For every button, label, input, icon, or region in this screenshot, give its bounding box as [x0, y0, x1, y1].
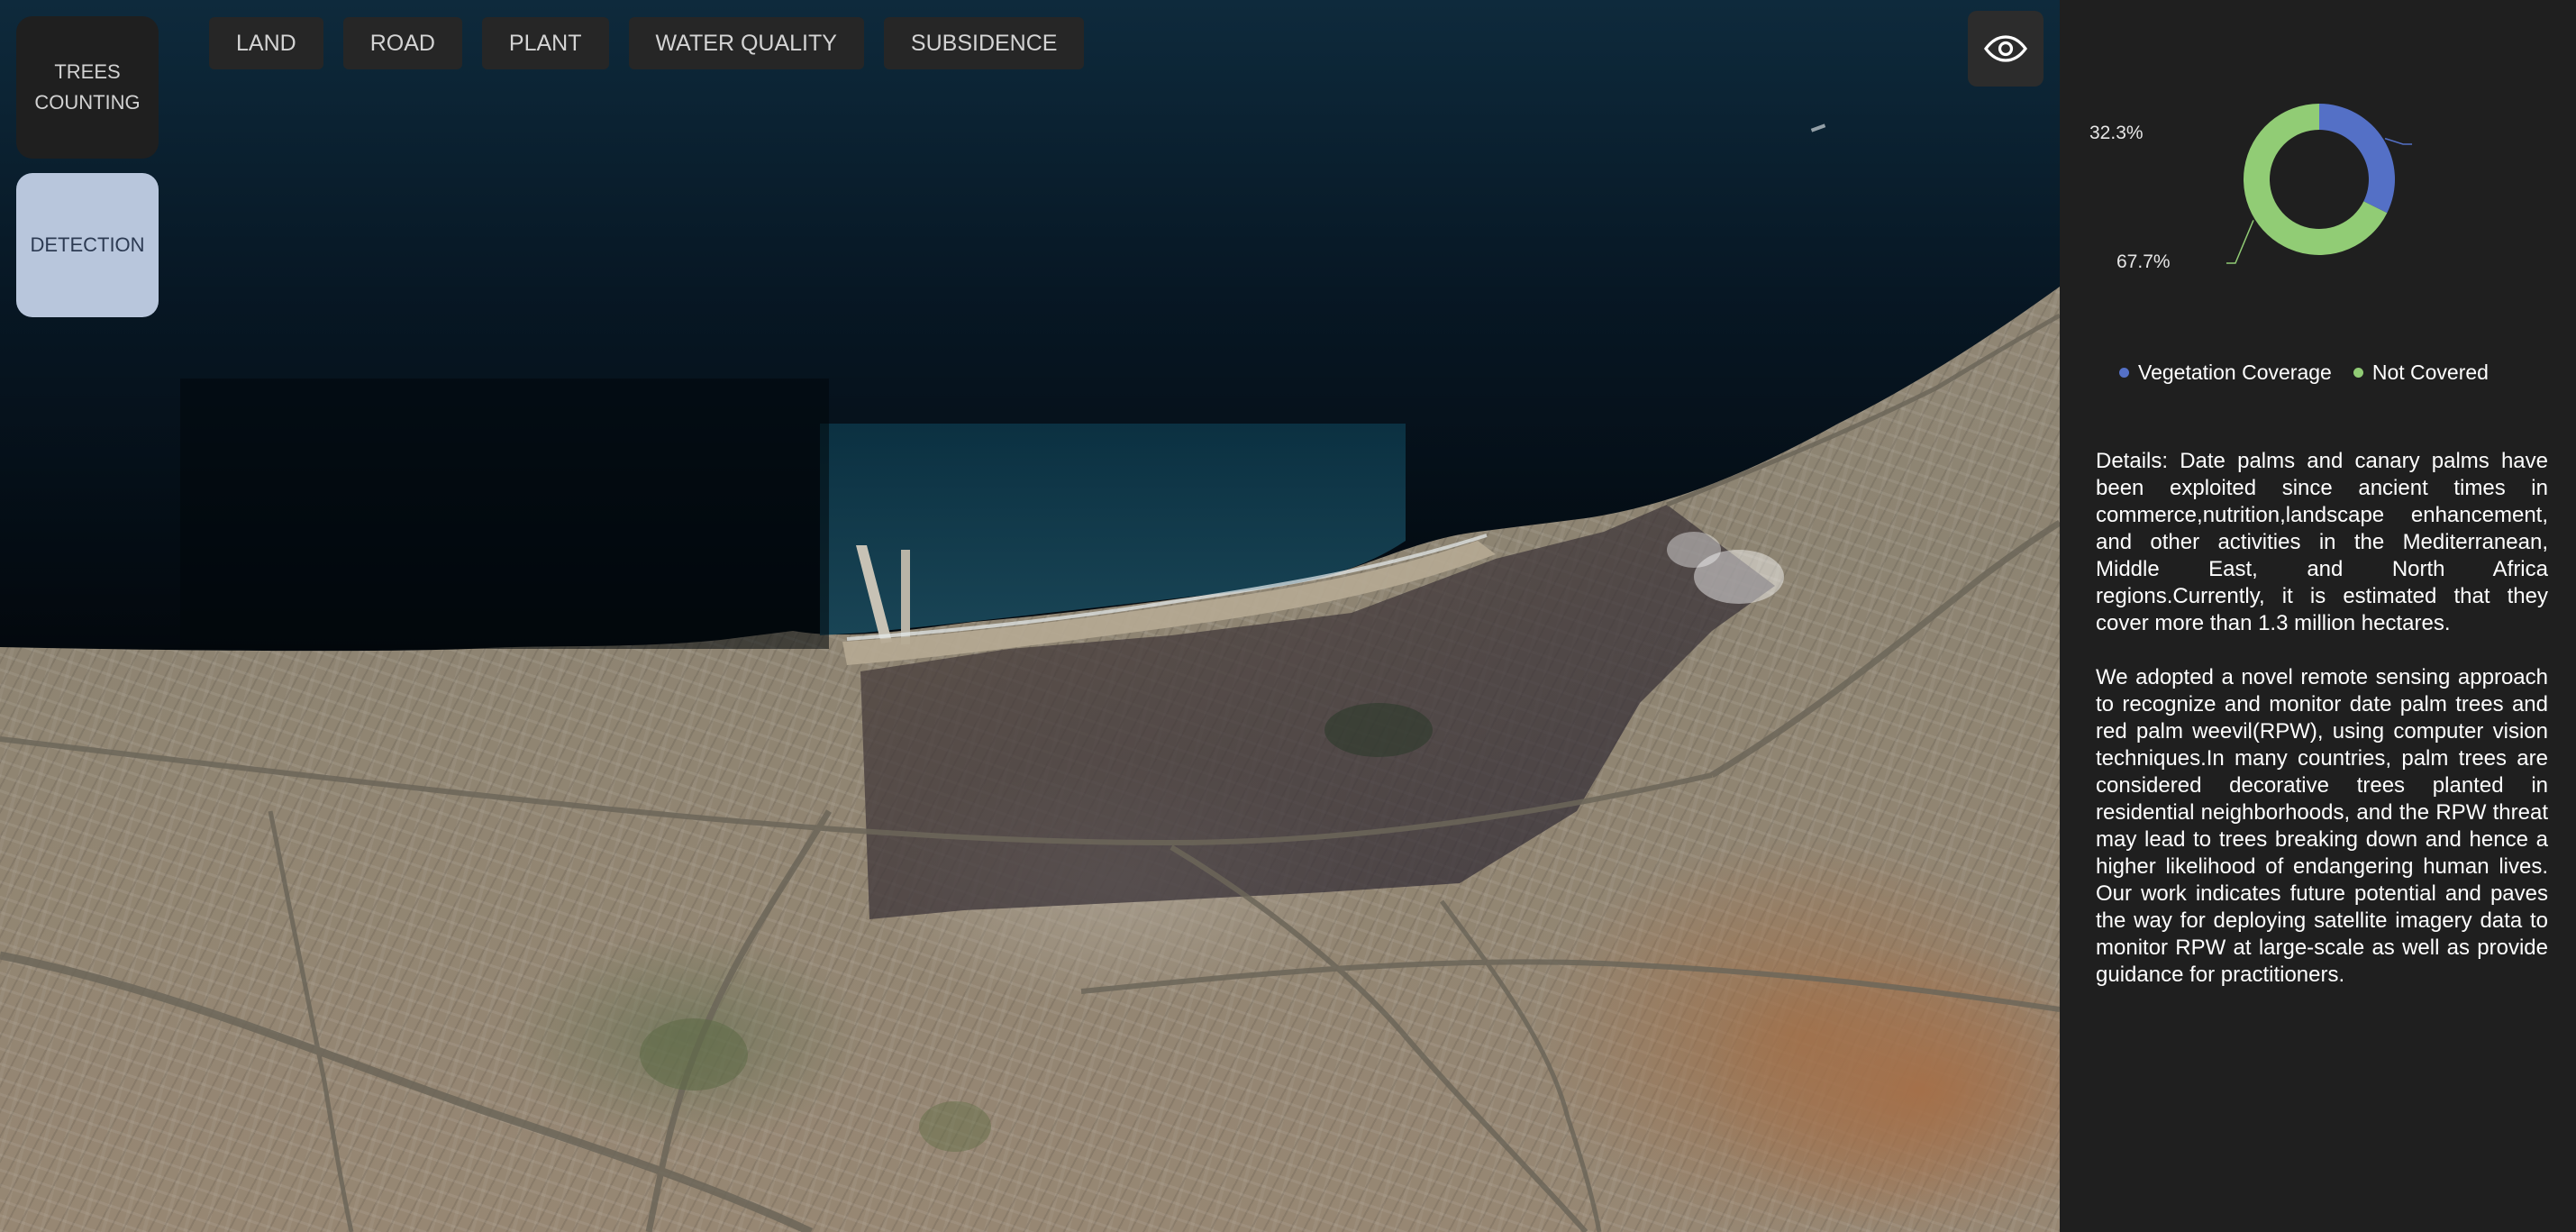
layer-tabs: LAND ROAD PLANT WATER QUALITY SUBSIDENCE: [209, 17, 1085, 69]
tab-water-quality[interactable]: WATER QUALITY: [628, 17, 864, 69]
map-overlay: [0, 0, 2060, 1232]
details-paragraph-1: Details: Date palms and canary palms hav…: [2096, 449, 2548, 635]
chart-data-label-not-covered: 67.7%: [2116, 251, 2171, 272]
eye-icon: [1984, 35, 2027, 62]
donut-slice-vegetation[interactable]: [2319, 104, 2395, 214]
legend-item-vegetation[interactable]: Vegetation Coverage: [2119, 360, 2332, 385]
leader-line-not-covered: [2226, 220, 2254, 264]
legend-item-not-covered[interactable]: Not Covered: [2353, 360, 2489, 385]
tab-road[interactable]: ROAD: [342, 17, 462, 69]
visibility-toggle-button[interactable]: [1968, 11, 2044, 87]
app-root: TREES COUNTING DETECTION LAND ROAD PLANT…: [0, 0, 2576, 1232]
detection-button[interactable]: DETECTION: [16, 173, 159, 317]
details-text: Details: Date palms and canary palms hav…: [2096, 448, 2548, 1016]
chart-data-label-vegetation: 32.3%: [2089, 123, 2144, 143]
chart-legend: Vegetation Coverage Not Covered: [2119, 360, 2489, 385]
legend-label-not-covered: Not Covered: [2371, 360, 2489, 384]
legend-dot-vegetation: [2119, 368, 2129, 378]
satellite-map[interactable]: TREES COUNTING DETECTION LAND ROAD PLANT…: [0, 0, 2060, 1232]
legend-label-vegetation: Vegetation Coverage: [2138, 360, 2332, 384]
leader-line-vegetation: [2384, 137, 2413, 145]
tab-plant[interactable]: PLANT: [481, 17, 609, 69]
tab-subsidence[interactable]: SUBSIDENCE: [883, 17, 1085, 69]
legend-dot-not-covered: [2353, 368, 2363, 378]
tab-land[interactable]: LAND: [209, 17, 323, 69]
vegetation-donut-chart: [2226, 104, 2413, 264]
details-paragraph-2: We adopted a novel remote sensing approa…: [2096, 665, 2548, 987]
trees-counting-button[interactable]: TREES COUNTING: [16, 16, 159, 159]
